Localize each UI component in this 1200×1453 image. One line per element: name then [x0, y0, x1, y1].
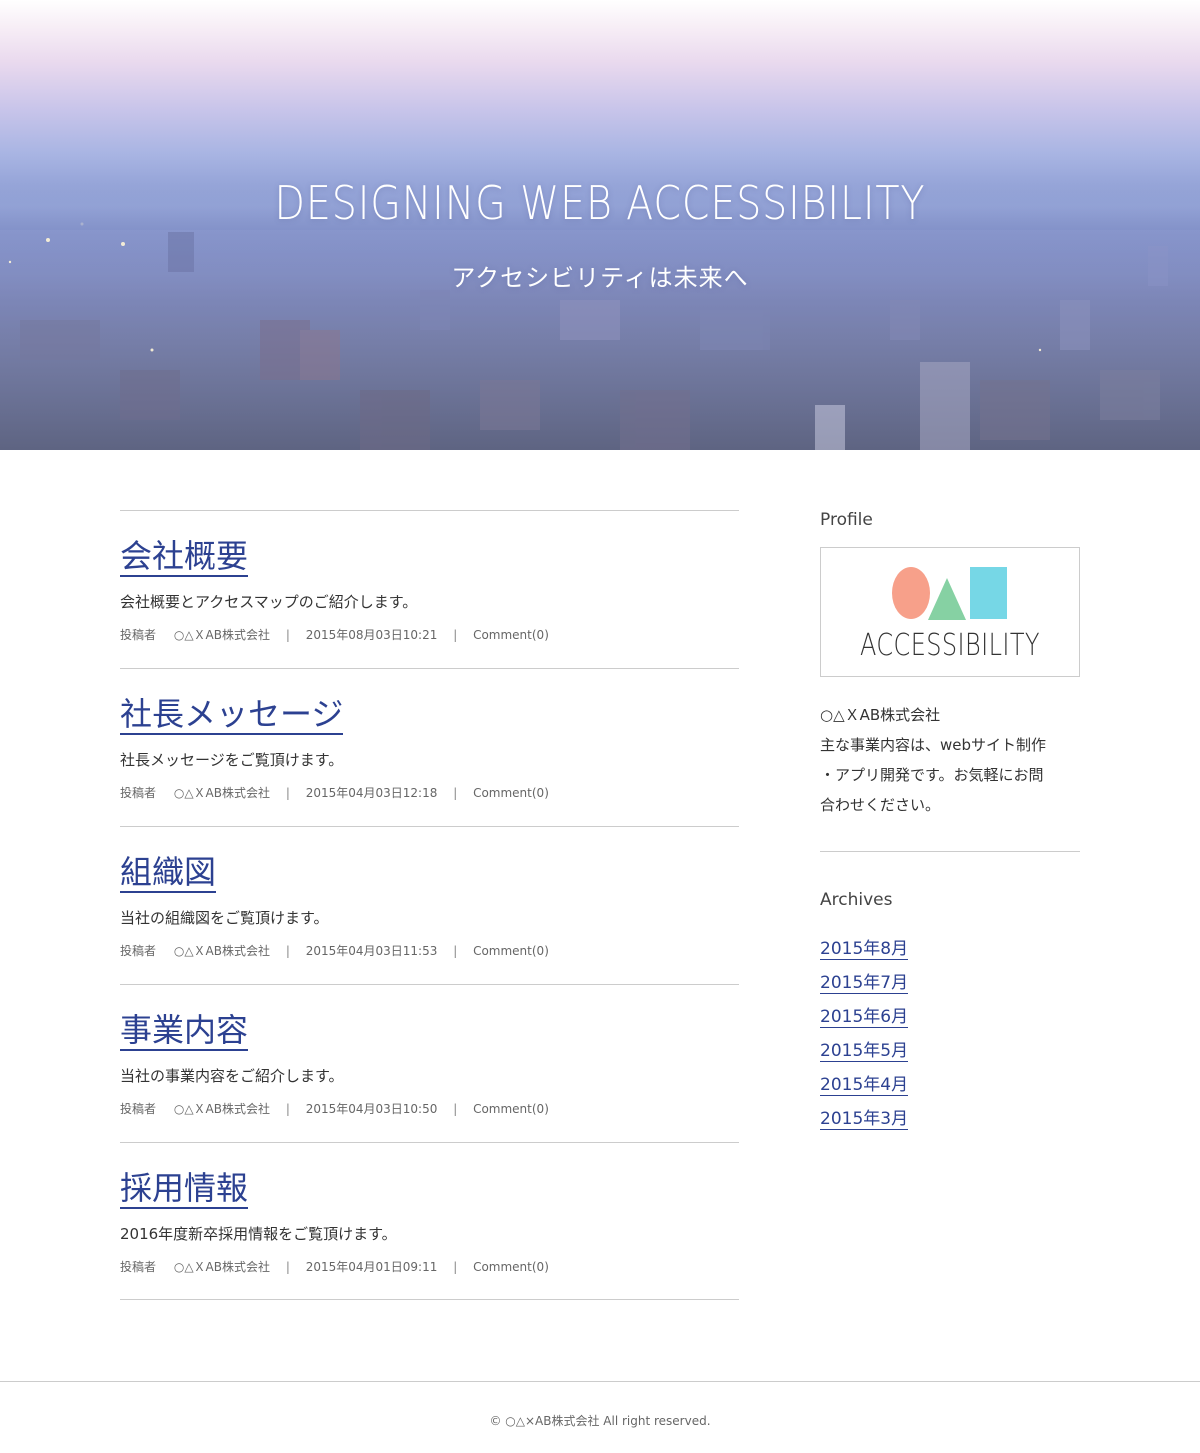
archive-link[interactable]: 2015年7月 — [820, 973, 909, 994]
meta-separator: | — [453, 1260, 458, 1274]
post-comments: Comment(0) — [473, 1260, 549, 1274]
site-tagline: アクセシビリティは未来へ — [451, 264, 749, 292]
meta-separator: | — [285, 1260, 290, 1274]
post-author-label: 投稿者 — [120, 786, 157, 800]
company-logo: ACCESSIBILITY — [820, 547, 1080, 677]
profile-heading: Profile — [820, 510, 873, 530]
profile-line: 合わせください。 — [820, 796, 941, 814]
sidebar: Profile ACCESSIBILITY ○△ＸAB株式会社 主な事業内容は、… — [820, 510, 1080, 1130]
meta-separator: | — [453, 628, 458, 642]
post-author-label: 投稿者 — [120, 1260, 157, 1274]
meta-separator: | — [285, 786, 290, 800]
post-excerpt: 当社の事業内容をご紹介します。 — [120, 1067, 344, 1085]
post-title-link[interactable]: 社長メッセージ — [120, 695, 344, 735]
post-author: ○△ＸAB株式会社 — [173, 628, 270, 642]
archive-item: 2015年6月 — [820, 1002, 909, 1036]
archive-item: 2015年5月 — [820, 1036, 909, 1070]
post-excerpt: 2016年度新卒採用情報をご覧頂けます。 — [120, 1225, 397, 1243]
post-meta: 投稿者 ○△ＸAB株式会社 | 2015年08月03日10:21 | Comme… — [120, 626, 549, 643]
post-date: 2015年04月03日11:53 — [305, 944, 438, 958]
post-item: 採用情報 2016年度新卒採用情報をご覧頂けます。 投稿者 ○△ＸAB株式会社 … — [120, 1142, 739, 1300]
square-shape — [970, 567, 1007, 619]
post-meta: 投稿者 ○△ＸAB株式会社 | 2015年04月01日09:11 | Comme… — [120, 1258, 549, 1275]
profile-line: ・アプリ開発です。お気軽にお問 — [820, 766, 1044, 784]
post-date: 2015年08月03日10:21 — [305, 628, 438, 642]
archive-link[interactable]: 2015年8月 — [820, 939, 909, 960]
archive-link[interactable]: 2015年4月 — [820, 1075, 909, 1096]
post-item: 社長メッセージ 社長メッセージをご覧頂けます。 投稿者 ○△ＸAB株式会社 | … — [120, 668, 739, 826]
meta-separator: | — [285, 1102, 290, 1116]
meta-separator: | — [285, 944, 290, 958]
post-comments: Comment(0) — [473, 1102, 549, 1116]
archives-heading: Archives — [820, 890, 893, 910]
archives-list: 2015年8月 2015年7月 2015年6月 2015年5月 2015年4月 … — [820, 934, 909, 1138]
archive-item: 2015年8月 — [820, 934, 909, 968]
archive-item: 2015年3月 — [820, 1104, 909, 1138]
post-item: 会社概要 会社概要とアクセスマップのご紹介します。 投稿者 ○△ＸAB株式会社 … — [120, 510, 739, 668]
post-title-link[interactable]: 事業内容 — [120, 1011, 249, 1051]
post-author: ○△ＸAB株式会社 — [173, 1102, 270, 1116]
post-list: 会社概要 会社概要とアクセスマップのご紹介します。 投稿者 ○△ＸAB株式会社 … — [120, 510, 739, 1300]
post-date: 2015年04月01日09:11 — [305, 1260, 438, 1274]
archive-link[interactable]: 2015年6月 — [820, 1007, 909, 1028]
circle-shape — [892, 567, 930, 619]
post-meta: 投稿者 ○△ＸAB株式会社 | 2015年04月03日10:50 | Comme… — [120, 1100, 549, 1117]
post-comments: Comment(0) — [473, 786, 549, 800]
archive-link[interactable]: 2015年3月 — [820, 1109, 909, 1130]
archive-item: 2015年4月 — [820, 1070, 909, 1104]
site-title[interactable]: DESIGNING WEB ACCESSIBILITY — [84, 176, 1116, 230]
profile-description: ○△ＸAB株式会社 主な事業内容は、webサイト制作 ・アプリ開発です。お気軽に… — [820, 700, 1080, 820]
post-excerpt: 会社概要とアクセスマップのご紹介します。 — [120, 593, 418, 611]
post-title-link[interactable]: 採用情報 — [120, 1169, 249, 1209]
post-excerpt: 社長メッセージをご覧頂けます。 — [120, 751, 344, 769]
page-footer: © ○△×AB株式会社 All right reserved. — [0, 1381, 1200, 1453]
post-excerpt: 当社の組織図をご覧頂けます。 — [120, 909, 329, 927]
profile-line: 主な事業内容は、webサイト制作 — [820, 736, 1047, 754]
post-author: ○△ＸAB株式会社 — [173, 786, 270, 800]
archive-link[interactable]: 2015年5月 — [820, 1041, 909, 1062]
meta-separator: | — [285, 628, 290, 642]
post-title-link[interactable]: 会社概要 — [120, 537, 249, 577]
post-comments: Comment(0) — [473, 944, 549, 958]
post-date: 2015年04月03日10:50 — [305, 1102, 438, 1116]
post-meta: 投稿者 ○△ＸAB株式会社 | 2015年04月03日12:18 | Comme… — [120, 784, 549, 801]
post-item: 組織図 当社の組織図をご覧頂けます。 投稿者 ○△ＸAB株式会社 | 2015年… — [120, 826, 739, 984]
post-author: ○△ＸAB株式会社 — [173, 944, 270, 958]
copyright-text: © ○△×AB株式会社 All right reserved. — [489, 1414, 711, 1428]
post-item: 事業内容 当社の事業内容をご紹介します。 投稿者 ○△ＸAB株式会社 | 201… — [120, 984, 739, 1142]
post-meta: 投稿者 ○△ＸAB株式会社 | 2015年04月03日11:53 | Comme… — [120, 942, 549, 959]
post-author-label: 投稿者 — [120, 628, 157, 642]
archive-item: 2015年7月 — [820, 968, 909, 1002]
triangle-shape — [928, 578, 966, 620]
logo-wordmark: ACCESSIBILITY — [860, 628, 1040, 663]
meta-separator: | — [453, 786, 458, 800]
logo-shapes — [892, 567, 1007, 620]
hero-banner: DESIGNING WEB ACCESSIBILITY アクセシビリティは未来へ — [0, 0, 1200, 450]
post-author-label: 投稿者 — [120, 1102, 157, 1116]
sidebar-divider — [820, 851, 1080, 852]
meta-separator: | — [453, 1102, 458, 1116]
post-date: 2015年04月03日12:18 — [305, 786, 438, 800]
post-comments: Comment(0) — [473, 628, 549, 642]
post-title-link[interactable]: 組織図 — [120, 853, 217, 893]
post-author: ○△ＸAB株式会社 — [173, 1260, 270, 1274]
meta-separator: | — [453, 944, 458, 958]
post-author-label: 投稿者 — [120, 944, 157, 958]
profile-company-name: ○△ＸAB株式会社 — [820, 706, 941, 724]
